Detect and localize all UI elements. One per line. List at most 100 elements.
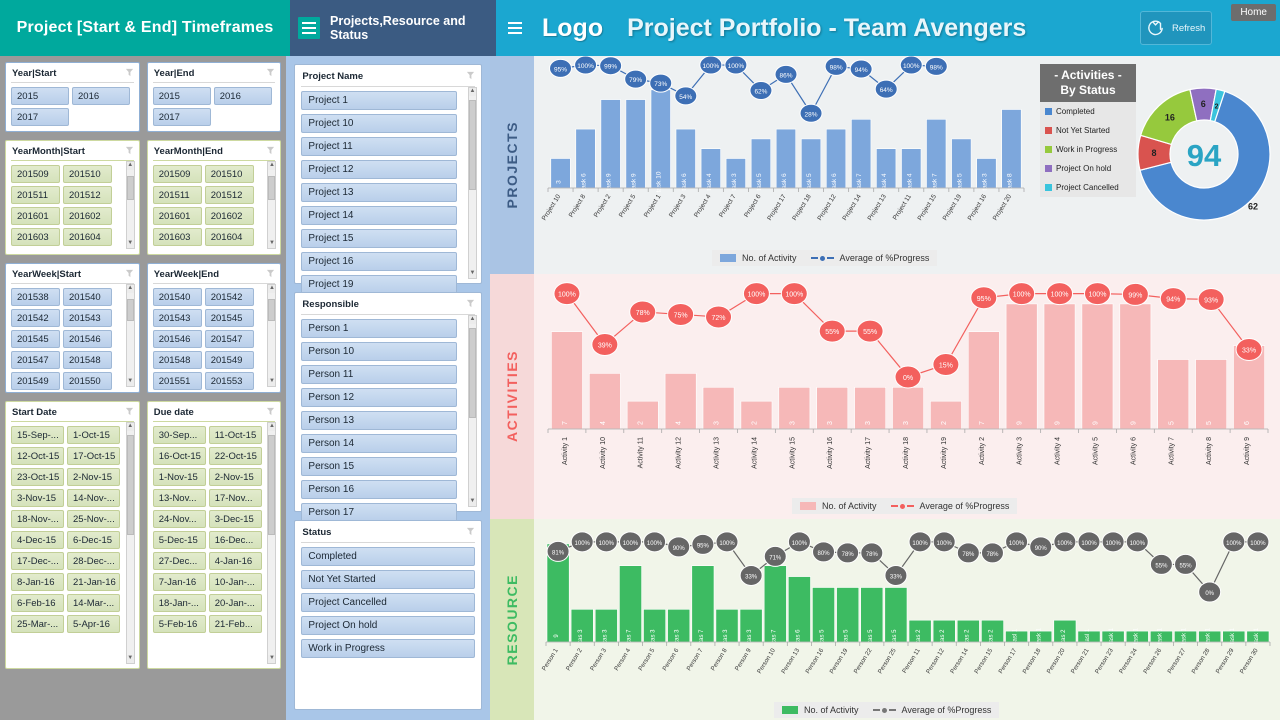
slicer-responsible[interactable]: Responsible Person 1 Person 10 Person 11… — [294, 292, 482, 522]
slicer-scrollbar[interactable]: ▲ ▼ — [125, 161, 135, 249]
slicer-scrollbar[interactable]: ▲ ▼ — [125, 284, 135, 387]
collapse-left-icon[interactable]: - — [1054, 68, 1058, 82]
menu-icon-left[interactable] — [298, 17, 320, 39]
slicer-item[interactable]: 17-Nov... — [208, 489, 262, 507]
slicer-scrollbar[interactable]: ▲ ▼ — [468, 87, 477, 279]
slicer-item[interactable]: 201546 — [152, 330, 202, 348]
slicer-item[interactable]: 25-Nov-... — [67, 510, 120, 528]
slicer-item[interactable]: 201548 — [63, 351, 112, 369]
slicer-item[interactable]: 22-Oct-15 — [208, 447, 262, 465]
slicer-item[interactable]: 18-Jan-... — [152, 594, 206, 612]
slicer-item[interactable]: 201601 — [152, 207, 202, 225]
donut-legend-item[interactable]: Not Yet Started — [1040, 121, 1136, 140]
slicer-yearweek-end[interactable]: YearWeek|End 201540 201542 201543 201545… — [146, 263, 282, 393]
slicer-due-date[interactable]: Due date 30-Sep... 11-Oct-15 16-Oct-15 2… — [146, 401, 282, 669]
slicer-item[interactable]: 16-Dec... — [208, 531, 262, 549]
slicer-item[interactable]: 2017 — [152, 108, 211, 126]
slicer-item[interactable]: 201509 — [152, 165, 202, 183]
slicer-item[interactable]: Work in Progress — [301, 639, 475, 658]
slicer-item[interactable]: 2016 — [72, 87, 130, 105]
funnel-clear-icon[interactable] — [466, 299, 475, 308]
donut-legend-item[interactable]: Project Cancelled — [1040, 178, 1136, 197]
slicer-item[interactable]: Person 14 — [301, 434, 458, 453]
slicer-item[interactable]: 18-Nov-... — [11, 510, 64, 528]
slicer-item[interactable]: 20-Jan-... — [208, 594, 262, 612]
slicer-item[interactable]: 201548 — [152, 351, 202, 369]
slicer-item[interactable]: 201542 — [11, 309, 60, 327]
slicer-item[interactable]: Person 1 — [301, 319, 458, 338]
slicer-yearmonth-end[interactable]: YearMonth|End 201509 201510 201511 20151… — [146, 140, 282, 255]
slicer-item[interactable]: 2-Nov-15 — [67, 468, 120, 486]
slicer-item[interactable]: 6-Feb-16 — [11, 594, 64, 612]
funnel-clear-icon[interactable] — [125, 269, 134, 278]
funnel-clear-icon[interactable] — [266, 68, 275, 77]
slicer-item[interactable]: 1-Nov-15 — [152, 468, 206, 486]
slicer-item[interactable]: 28-Dec-... — [67, 552, 120, 570]
slicer-item[interactable]: 4-Jan-16 — [208, 552, 262, 570]
slicer-item[interactable]: 17-Oct-15 — [67, 447, 120, 465]
slicer-item[interactable]: 201511 — [11, 186, 60, 204]
collapse-right-icon[interactable]: - — [1118, 68, 1122, 82]
slicer-scrollbar[interactable]: ▲ ▼ — [267, 161, 277, 249]
slicer-item[interactable]: 12-Oct-15 — [11, 447, 64, 465]
slicer-yearweek-start[interactable]: YearWeek|Start 201538 201540 201542 2015… — [5, 263, 140, 393]
slicer-item[interactable]: Project 12 — [301, 160, 458, 179]
slicer-item[interactable]: 5-Feb-16 — [152, 615, 206, 633]
home-button[interactable]: Home — [1231, 4, 1276, 21]
donut-chart-svg[interactable]: 628166 294 — [1130, 62, 1280, 262]
slicer-item[interactable]: Not Yet Started — [301, 570, 475, 589]
donut-legend-item[interactable]: Completed — [1040, 102, 1136, 121]
slicer-scrollbar[interactable]: ▲ ▼ — [267, 284, 277, 387]
slicer-item[interactable]: Project 11 — [301, 137, 458, 156]
slicer-item[interactable]: 8-Jan-16 — [11, 573, 64, 591]
slicer-item[interactable]: 3-Nov-15 — [11, 489, 64, 507]
slicer-item[interactable]: 15-Sep-... — [11, 426, 64, 444]
slicer-item[interactable]: 25-Mar-... — [11, 615, 64, 633]
slicer-item[interactable]: 2016 — [213, 87, 272, 105]
slicer-item[interactable]: Project 10 — [301, 114, 458, 133]
slicer-item[interactable]: 2017 — [11, 108, 69, 126]
slicer-item[interactable]: 1-Oct-15 — [67, 426, 120, 444]
slicer-item[interactable]: 201542 — [204, 288, 254, 306]
slicer-item[interactable]: 27-Dec... — [152, 552, 206, 570]
slicer-item[interactable]: 201547 — [204, 330, 254, 348]
funnel-clear-icon[interactable] — [125, 146, 134, 155]
slicer-item[interactable]: 7-Jan-16 — [152, 573, 206, 591]
slicer-item[interactable]: 201604 — [204, 228, 254, 246]
slicer-item[interactable]: Project 15 — [301, 229, 458, 248]
slicer-item[interactable]: Project Cancelled — [301, 593, 475, 612]
slicer-item[interactable]: Person 15 — [301, 457, 458, 476]
slicer-item[interactable]: Person 16 — [301, 480, 458, 499]
slicer-item[interactable]: 24-Nov... — [152, 510, 206, 528]
slicer-item[interactable]: Project On hold — [301, 616, 475, 635]
slicer-item[interactable]: 23-Oct-15 — [11, 468, 64, 486]
slicer-item[interactable]: Person 10 — [301, 342, 458, 361]
slicer-item[interactable]: 4-Dec-15 — [11, 531, 64, 549]
slicer-year-end[interactable]: Year|End 2015 2016 2017 — [146, 62, 282, 132]
slicer-item[interactable]: 201549 — [11, 372, 60, 390]
slicer-item[interactable]: 2-Nov-15 — [208, 468, 262, 486]
slicer-item[interactable]: 201603 — [11, 228, 60, 246]
donut-legend-item[interactable]: Work in Progress — [1040, 140, 1136, 159]
slicer-item[interactable]: 2015 — [11, 87, 69, 105]
slicer-item[interactable]: 201602 — [204, 207, 254, 225]
funnel-clear-icon[interactable] — [266, 269, 275, 278]
slicer-item[interactable]: 14-Mar-... — [67, 594, 120, 612]
slicer-item[interactable]: 14-Nov-... — [67, 489, 120, 507]
menu-icon-right[interactable] — [504, 15, 526, 41]
slicer-item[interactable]: 201510 — [63, 165, 112, 183]
slicer-item[interactable]: 201601 — [11, 207, 60, 225]
slicer-item[interactable]: 201602 — [63, 207, 112, 225]
slicer-item[interactable]: 201543 — [63, 309, 112, 327]
slicer-item[interactable]: Person 11 — [301, 365, 458, 384]
slicer-item[interactable]: 201551 — [152, 372, 202, 390]
slicer-item[interactable]: 201603 — [152, 228, 202, 246]
slicer-item[interactable]: 201509 — [11, 165, 60, 183]
slicer-item[interactable]: Project 1 — [301, 91, 458, 110]
resource-chart[interactable]: 9 tas 3 tas 3 tas 7 tas 3 tas 3 tas 7 tas 3 tas … — [534, 519, 1280, 720]
slicer-item[interactable]: Project 13 — [301, 183, 458, 202]
slicer-project-name[interactable]: Project Name Project 1 Project 10 Projec… — [294, 64, 482, 294]
slicer-item[interactable]: 201550 — [63, 372, 112, 390]
slicer-start-date[interactable]: Start Date 15-Sep-... 1-Oct-15 12-Oct-15… — [5, 401, 140, 669]
activities-chart[interactable]: 7 4 2 4 3 2 3 3 3 3 2 7 9 9 9 9 5 5 6 100% 39% 78% 75% 72% 100% 1… — [534, 274, 1280, 519]
